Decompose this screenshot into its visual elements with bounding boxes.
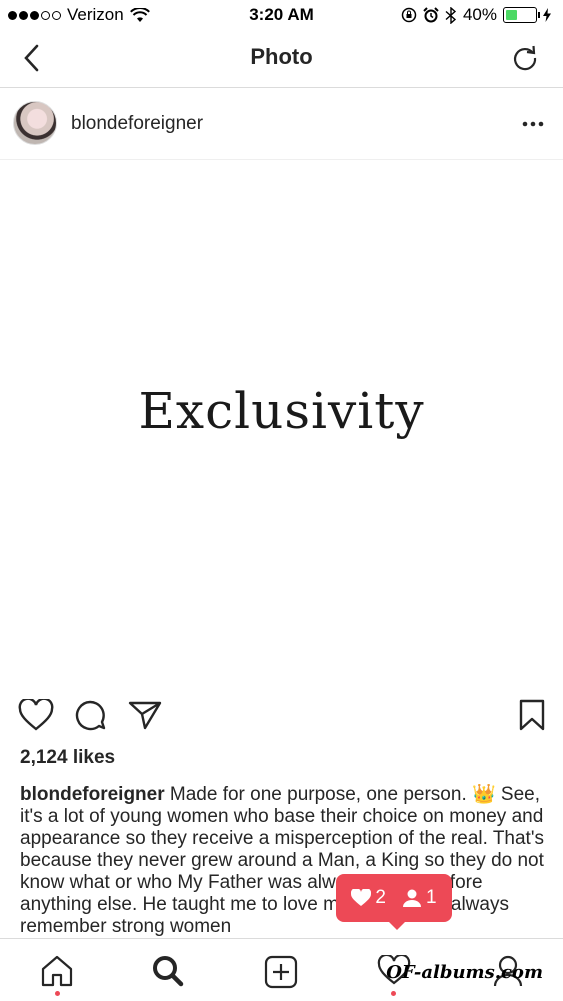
post-caption: blondeforeigner Made for one purpose, on… (20, 784, 545, 938)
charging-icon (543, 8, 551, 22)
bluetooth-icon (445, 6, 457, 24)
activity-notification[interactable]: 2 1 (336, 874, 452, 930)
search-icon[interactable] (152, 955, 184, 987)
add-icon[interactable] (264, 955, 298, 989)
post-image[interactable]: Exclusivity (0, 160, 563, 688)
activity-notification-dot (391, 991, 396, 996)
status-bar: Verizon 3:20 AM 40% (0, 0, 563, 30)
comment-icon[interactable] (73, 699, 107, 731)
post-header: blondeforeigner (0, 88, 563, 160)
caption-text: Made for one purpose, one person. 👑 See,… (20, 784, 544, 937)
heart-filled-icon (351, 889, 372, 906)
notif-follows: 1 (402, 887, 437, 909)
home-notification-dot (55, 991, 60, 996)
person-icon (403, 889, 421, 907)
avatar[interactable] (13, 101, 57, 145)
post-image-text: Exclusivity (138, 382, 425, 440)
share-icon[interactable] (128, 700, 162, 730)
battery-icon (503, 7, 540, 23)
rotation-lock-icon (401, 7, 417, 23)
nav-bar: Photo (0, 30, 563, 88)
likes-count[interactable]: 2,124 likes (20, 747, 115, 769)
action-bar (0, 695, 563, 739)
watermark: OF-albums.com (386, 962, 543, 983)
refresh-icon[interactable] (511, 44, 539, 72)
battery-percent: 40% (462, 5, 497, 24)
page-title: Photo (250, 44, 313, 69)
caption-username[interactable]: blondeforeigner (20, 784, 165, 805)
notif-likes: 2 (351, 887, 386, 909)
post-username[interactable]: blondeforeigner (71, 113, 203, 135)
notif-likes-count: 2 (375, 887, 386, 908)
more-horizontal-icon[interactable] (522, 121, 544, 127)
like-heart-icon[interactable] (18, 699, 54, 731)
notif-follows-count: 1 (426, 887, 437, 908)
home-icon[interactable] (40, 955, 74, 987)
bookmark-icon[interactable] (519, 699, 545, 731)
alarm-icon (423, 7, 439, 23)
status-right: 40% (401, 5, 551, 25)
